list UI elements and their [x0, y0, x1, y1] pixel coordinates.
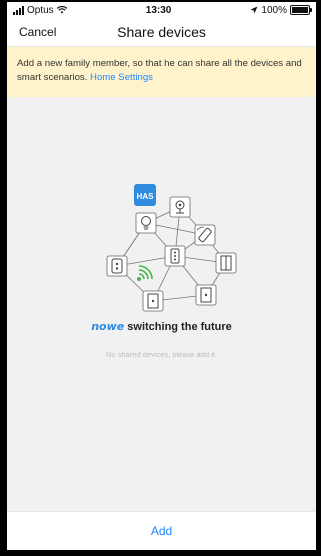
battery-icon — [290, 5, 312, 15]
info-banner: Add a new family member, so that he can … — [7, 47, 316, 97]
carrier-label: Optus — [27, 4, 54, 16]
status-right: 100% — [250, 4, 312, 16]
location-arrow-icon — [250, 6, 258, 14]
hub-icon: HAS — [134, 184, 156, 206]
wifi-icon — [56, 6, 67, 14]
wall-switch-icon — [195, 284, 217, 306]
socket-icon — [142, 290, 164, 312]
door-switch-icon — [215, 252, 237, 274]
status-left: Optus — [13, 5, 67, 16]
smart-home-illustration: HAS — [106, 184, 237, 312]
remote-icon — [194, 224, 216, 246]
cancel-button[interactable]: Cancel — [19, 25, 56, 39]
plug-icon — [106, 255, 128, 277]
signal-icon — [13, 5, 24, 15]
status-time: 13:30 — [145, 4, 172, 16]
home-settings-link[interactable]: Home Settings — [90, 72, 153, 83]
battery-percent: 100% — [261, 4, 287, 16]
wifi-signal-icon — [137, 265, 153, 281]
nowe-logo: nowe — [91, 320, 125, 333]
status-bar: Optus 13:30 100% — [7, 2, 316, 18]
camera-icon — [169, 196, 191, 218]
banner-text: Add a new family member, so that he can … — [17, 58, 302, 83]
nav-bar: Cancel Share devices — [7, 18, 316, 47]
hub-label: HAS — [137, 192, 155, 201]
phone-screen: Optus 13:30 100% Cancel Share devices Ad… — [7, 2, 316, 550]
footer-bar: Add — [7, 511, 316, 550]
bulb-icon — [135, 212, 157, 234]
brand-row: nowe switching the future — [7, 320, 316, 333]
switch-panel-icon — [164, 245, 186, 267]
brand-slogan: switching the future — [127, 321, 232, 333]
empty-state-message: No shared devices, please add it. — [106, 350, 217, 359]
add-button[interactable]: Add — [151, 524, 172, 538]
